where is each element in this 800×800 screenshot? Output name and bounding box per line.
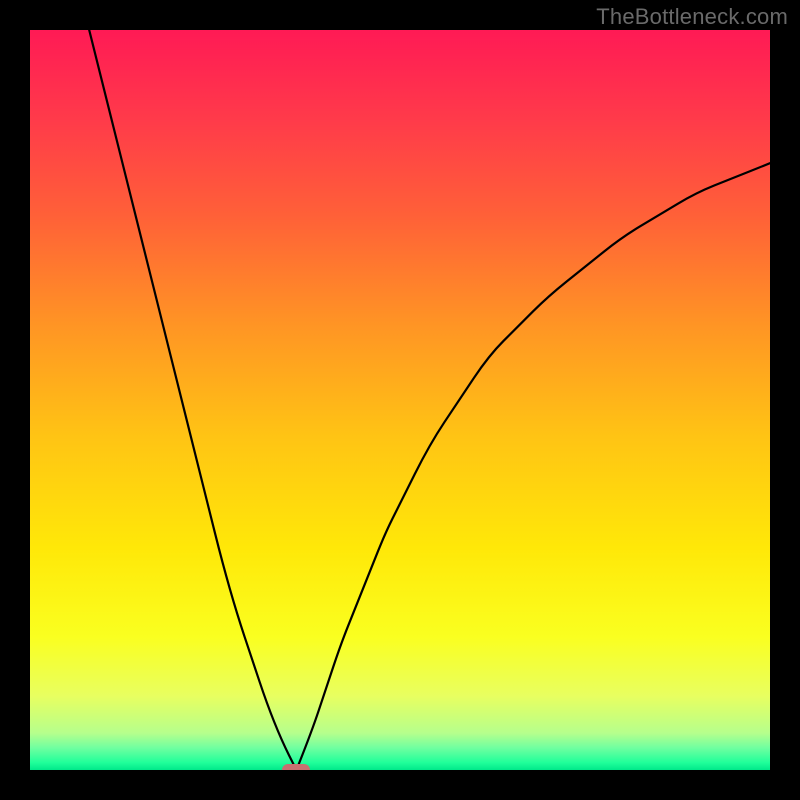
minimum-marker xyxy=(282,764,310,770)
chart-container: TheBottleneck.com xyxy=(0,0,800,800)
plot-area xyxy=(30,30,770,770)
curve-layer xyxy=(30,30,770,770)
bottleneck-curve xyxy=(89,30,770,770)
watermark-text: TheBottleneck.com xyxy=(596,4,788,30)
